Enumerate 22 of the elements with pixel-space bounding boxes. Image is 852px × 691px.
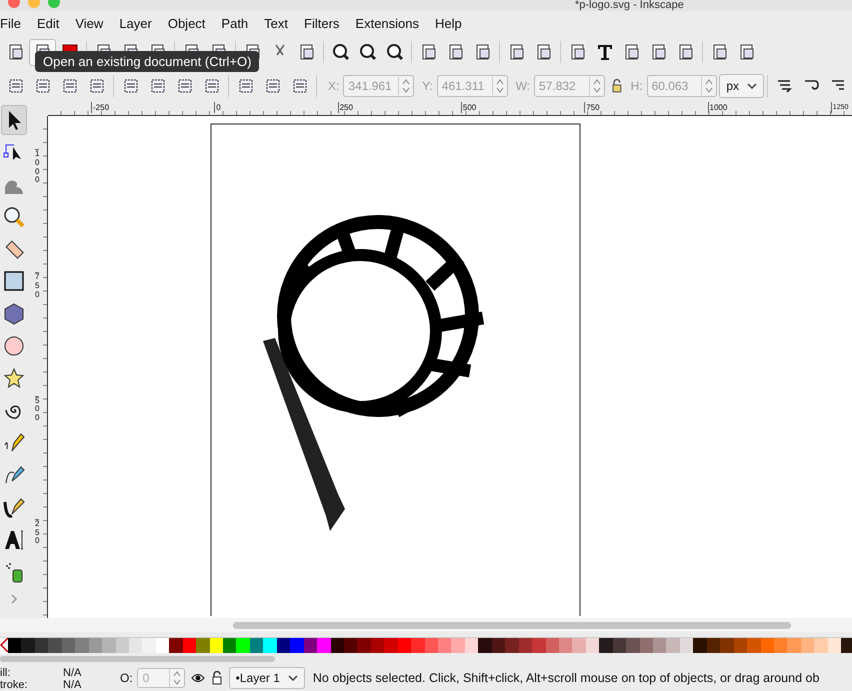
- ruler-label: 750: [35, 272, 40, 300]
- field-label: W:: [516, 79, 530, 93]
- tooltip: Open an existing document (Ctrl+O): [35, 51, 260, 72]
- fill-label: ill:: [0, 666, 12, 678]
- ruler-label: 250: [35, 518, 40, 546]
- field-label: H:: [630, 79, 643, 93]
- field-label: X:: [328, 79, 340, 93]
- ruler-label: 1000: [708, 102, 728, 113]
- ruler-label: 1000: [35, 149, 40, 186]
- fill-value: N/A: [63, 666, 82, 678]
- ruler-label: 500: [460, 102, 476, 113]
- ruler-label: -250: [91, 102, 110, 113]
- field-label: Y:: [422, 79, 433, 93]
- stroke-value: N/A: [63, 678, 82, 690]
- ruler-label: 500: [35, 396, 40, 423]
- stroke-label: troke:: [0, 678, 29, 690]
- opacity-label: O:: [120, 670, 133, 684]
- ruler-label: 750: [584, 102, 600, 113]
- ruler-label: 250: [338, 102, 353, 113]
- ruler-label: 0: [214, 102, 221, 113]
- status-message: No objects selected. Click, Shift+click, Alt+scroll mouse on top of objects, or drag around ob: [312, 670, 820, 684]
- window-title: *p-logo.svg - Inkscape: [575, 0, 684, 11]
